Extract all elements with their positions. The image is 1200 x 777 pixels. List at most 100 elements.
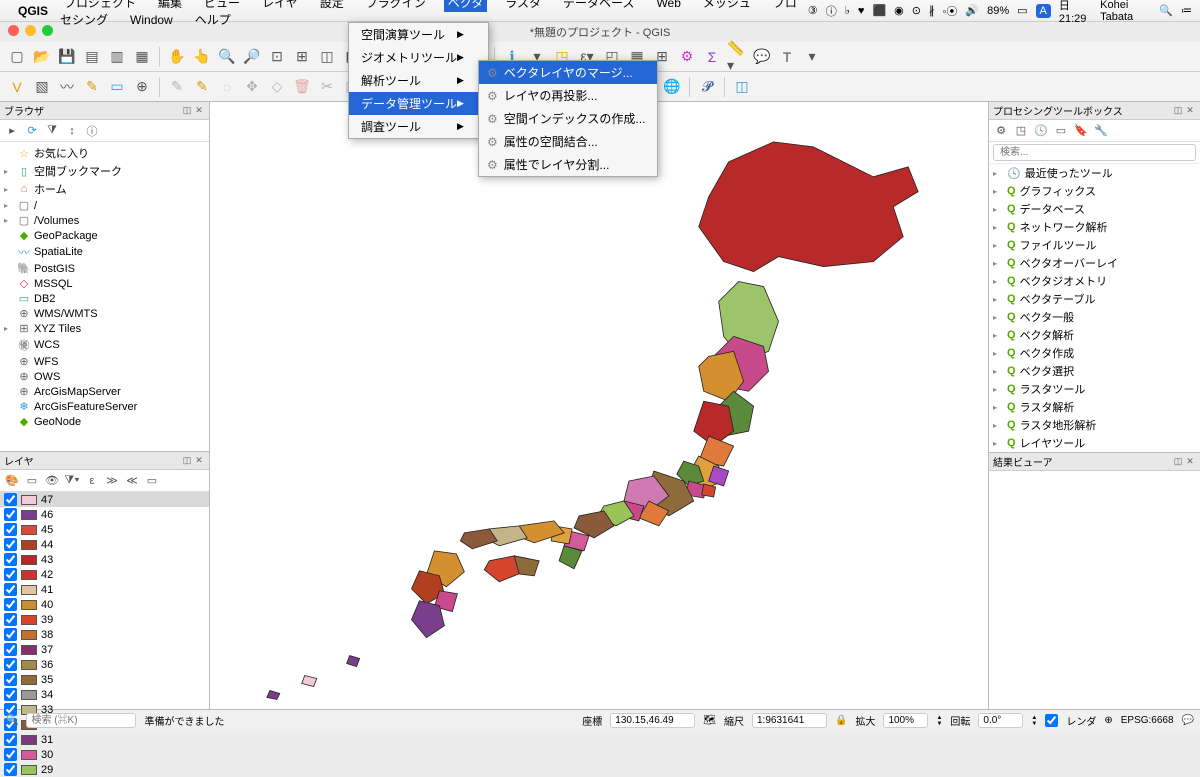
addgrp-icon[interactable]: ▭ bbox=[24, 473, 40, 489]
browser-item[interactable]: ❄ArcGisFeatureServer bbox=[0, 399, 209, 414]
proc-item[interactable]: ▸Qベクタ解析 bbox=[989, 326, 1200, 344]
filter2-icon[interactable]: ⧩▾ bbox=[64, 473, 80, 489]
layer-row[interactable]: 44 bbox=[0, 537, 209, 552]
menu-Web[interactable]: Web bbox=[652, 0, 684, 12]
pan-icon[interactable]: ✋ bbox=[166, 46, 188, 68]
addspa-icon[interactable]: ✎ bbox=[81, 76, 103, 98]
edit-icon[interactable]: ▭ bbox=[1053, 123, 1069, 139]
render-checkbox[interactable] bbox=[1045, 714, 1058, 727]
layout-mgr-icon[interactable]: ▦ bbox=[131, 46, 153, 68]
browser-item[interactable]: ◇MSSQL bbox=[0, 276, 209, 291]
addwms-icon[interactable]: ⊕ bbox=[131, 76, 153, 98]
model-icon[interactable]: ◳ bbox=[1013, 123, 1029, 139]
addf-icon[interactable]: ◌ bbox=[216, 76, 238, 98]
dd-item[interactable]: 空間演算ツール▶ bbox=[349, 23, 488, 46]
proc-item[interactable]: ▸Qベクタジオメトリ bbox=[989, 272, 1200, 290]
browser-item[interactable]: ▸▢/Volumes bbox=[0, 213, 209, 228]
menu-Window[interactable]: Window bbox=[126, 11, 177, 29]
layer-row[interactable]: 29 bbox=[0, 762, 209, 777]
crs-icon[interactable]: ⊕ bbox=[1104, 715, 1112, 726]
python-icon[interactable]: 𝓟 bbox=[696, 76, 718, 98]
layer-visible-checkbox[interactable] bbox=[4, 508, 17, 521]
user-name[interactable]: Kohei Tabata bbox=[1100, 0, 1151, 23]
hist-icon[interactable]: 🕓 bbox=[1033, 123, 1049, 139]
expr-icon[interactable]: ε bbox=[84, 473, 100, 489]
close-icon[interactable]: ✕ bbox=[193, 105, 205, 117]
browser-item[interactable]: 〰SpatiaLite bbox=[0, 243, 209, 261]
browser-item[interactable]: ▸⌂ホーム bbox=[0, 180, 209, 198]
refresh-icon[interactable]: ⟳ bbox=[24, 123, 40, 139]
browser-item[interactable]: ▭DB2 bbox=[0, 291, 209, 306]
undock-icon[interactable]: ◫ bbox=[1172, 105, 1184, 117]
expand-icon[interactable]: ≫ bbox=[104, 473, 120, 489]
close-icon[interactable]: ✕ bbox=[1184, 456, 1196, 468]
addv-icon[interactable]: V bbox=[6, 76, 28, 98]
layer-visible-checkbox[interactable] bbox=[4, 733, 17, 746]
browser-item[interactable]: ⊕WFS bbox=[0, 354, 209, 369]
map-canvas[interactable] bbox=[210, 102, 988, 709]
stats-icon[interactable]: Σ bbox=[701, 46, 723, 68]
addr-icon[interactable]: ▧ bbox=[31, 76, 53, 98]
proc-item[interactable]: ▸Qベクタ一般 bbox=[989, 308, 1200, 326]
proc-item[interactable]: ▸Qネットワーク解析 bbox=[989, 218, 1200, 236]
layer-row[interactable]: 36 bbox=[0, 657, 209, 672]
layer-visible-checkbox[interactable] bbox=[4, 583, 17, 596]
results-icon[interactable]: 🔖 bbox=[1073, 123, 1089, 139]
annotate-icon[interactable]: T bbox=[776, 46, 798, 68]
browser-item[interactable]: ⊕WMS/WMTS bbox=[0, 306, 209, 321]
dd-item[interactable]: ジオメトリツール▶ bbox=[349, 46, 488, 69]
browser-item[interactable]: ⊕OWS bbox=[0, 369, 209, 384]
undock-icon[interactable]: ◫ bbox=[1172, 456, 1184, 468]
browser-item[interactable]: ⊕ArcGisMapServer bbox=[0, 384, 209, 399]
opt-icon[interactable]: 🔧 bbox=[1093, 123, 1109, 139]
wifi-icon[interactable]: ◦⦿ bbox=[942, 3, 957, 19]
proc-item[interactable]: ▸Qデータベース bbox=[989, 200, 1200, 218]
browser-item[interactable]: ◆GeoPackage bbox=[0, 228, 209, 243]
browser-item[interactable]: ◆GeoNode bbox=[0, 414, 209, 429]
edit-icon[interactable]: ✎ bbox=[166, 76, 188, 98]
layer-visible-checkbox[interactable] bbox=[4, 598, 17, 611]
menu-ヘルプ[interactable]: ヘルプ bbox=[191, 11, 235, 29]
processing-search[interactable] bbox=[993, 144, 1196, 161]
saveas-icon[interactable]: ▤ bbox=[81, 46, 103, 68]
delf-icon[interactable]: 🗑 bbox=[291, 76, 313, 98]
proc-item[interactable]: ▸Qファイルツール bbox=[989, 236, 1200, 254]
layer-visible-checkbox[interactable] bbox=[4, 763, 17, 776]
open-icon[interactable]: 📂 bbox=[31, 46, 53, 68]
props-icon[interactable]: ⓘ bbox=[84, 123, 100, 139]
menu-プロジェクト[interactable]: プロジェクト bbox=[60, 0, 140, 12]
zoom-input[interactable] bbox=[883, 713, 928, 728]
websvc-icon[interactable]: 🌐 bbox=[661, 76, 683, 98]
browser-tree[interactable]: ☆お気に入り▸▯空間ブックマーク▸⌂ホーム▸▢/▸▢/Volumes◆GeoPa… bbox=[0, 142, 209, 451]
layer-visible-checkbox[interactable] bbox=[4, 613, 17, 626]
spotlight-icon[interactable]: 🔍 bbox=[1159, 4, 1173, 17]
proc-item[interactable]: ▸Qベクタ選択 bbox=[989, 362, 1200, 380]
layer-visible-checkbox[interactable] bbox=[4, 553, 17, 566]
zoom-full-icon[interactable]: ⊞ bbox=[291, 46, 313, 68]
proc-item[interactable]: ▸🕓最近使ったツール bbox=[989, 164, 1200, 182]
layer-row[interactable]: 45 bbox=[0, 522, 209, 537]
plugin-icon[interactable]: ◫ bbox=[731, 76, 753, 98]
menu-ラスタ[interactable]: ラスタ bbox=[501, 0, 545, 12]
meas-icon[interactable]: 📏▾ bbox=[726, 46, 748, 68]
crs-text[interactable]: EPSG:6668 bbox=[1121, 715, 1174, 726]
browser-item[interactable]: ▸▯空間ブックマーク bbox=[0, 162, 209, 180]
menu-メッシュ[interactable]: メッシュ bbox=[699, 0, 755, 12]
layer-row[interactable]: 30 bbox=[0, 747, 209, 762]
close-icon[interactable]: ✕ bbox=[193, 455, 205, 467]
layer-row[interactable]: 34 bbox=[0, 687, 209, 702]
clock[interactable]: 日 21:29 bbox=[1059, 0, 1092, 25]
savee-icon[interactable]: ✎ bbox=[191, 76, 213, 98]
layer-row[interactable]: 37 bbox=[0, 642, 209, 657]
browser-item[interactable]: ▸⊞XYZ Tiles bbox=[0, 321, 209, 336]
sm-item[interactable]: ⚙空間インデックスの作成... bbox=[479, 107, 657, 130]
layer-visible-checkbox[interactable] bbox=[4, 628, 17, 641]
proc-item[interactable]: ▸Qベクタ作成 bbox=[989, 344, 1200, 362]
locator-input[interactable] bbox=[26, 713, 136, 728]
save-icon[interactable]: 💾 bbox=[56, 46, 78, 68]
browser-item[interactable]: 🐘PostGIS bbox=[0, 261, 209, 276]
filter-icon[interactable]: ⧩ bbox=[44, 123, 60, 139]
dd-item[interactable]: 解析ツール▶ bbox=[349, 69, 488, 92]
layer-list[interactable]: 47464544434241403938373635343332313029 bbox=[0, 492, 209, 777]
layer-row[interactable]: 43 bbox=[0, 552, 209, 567]
